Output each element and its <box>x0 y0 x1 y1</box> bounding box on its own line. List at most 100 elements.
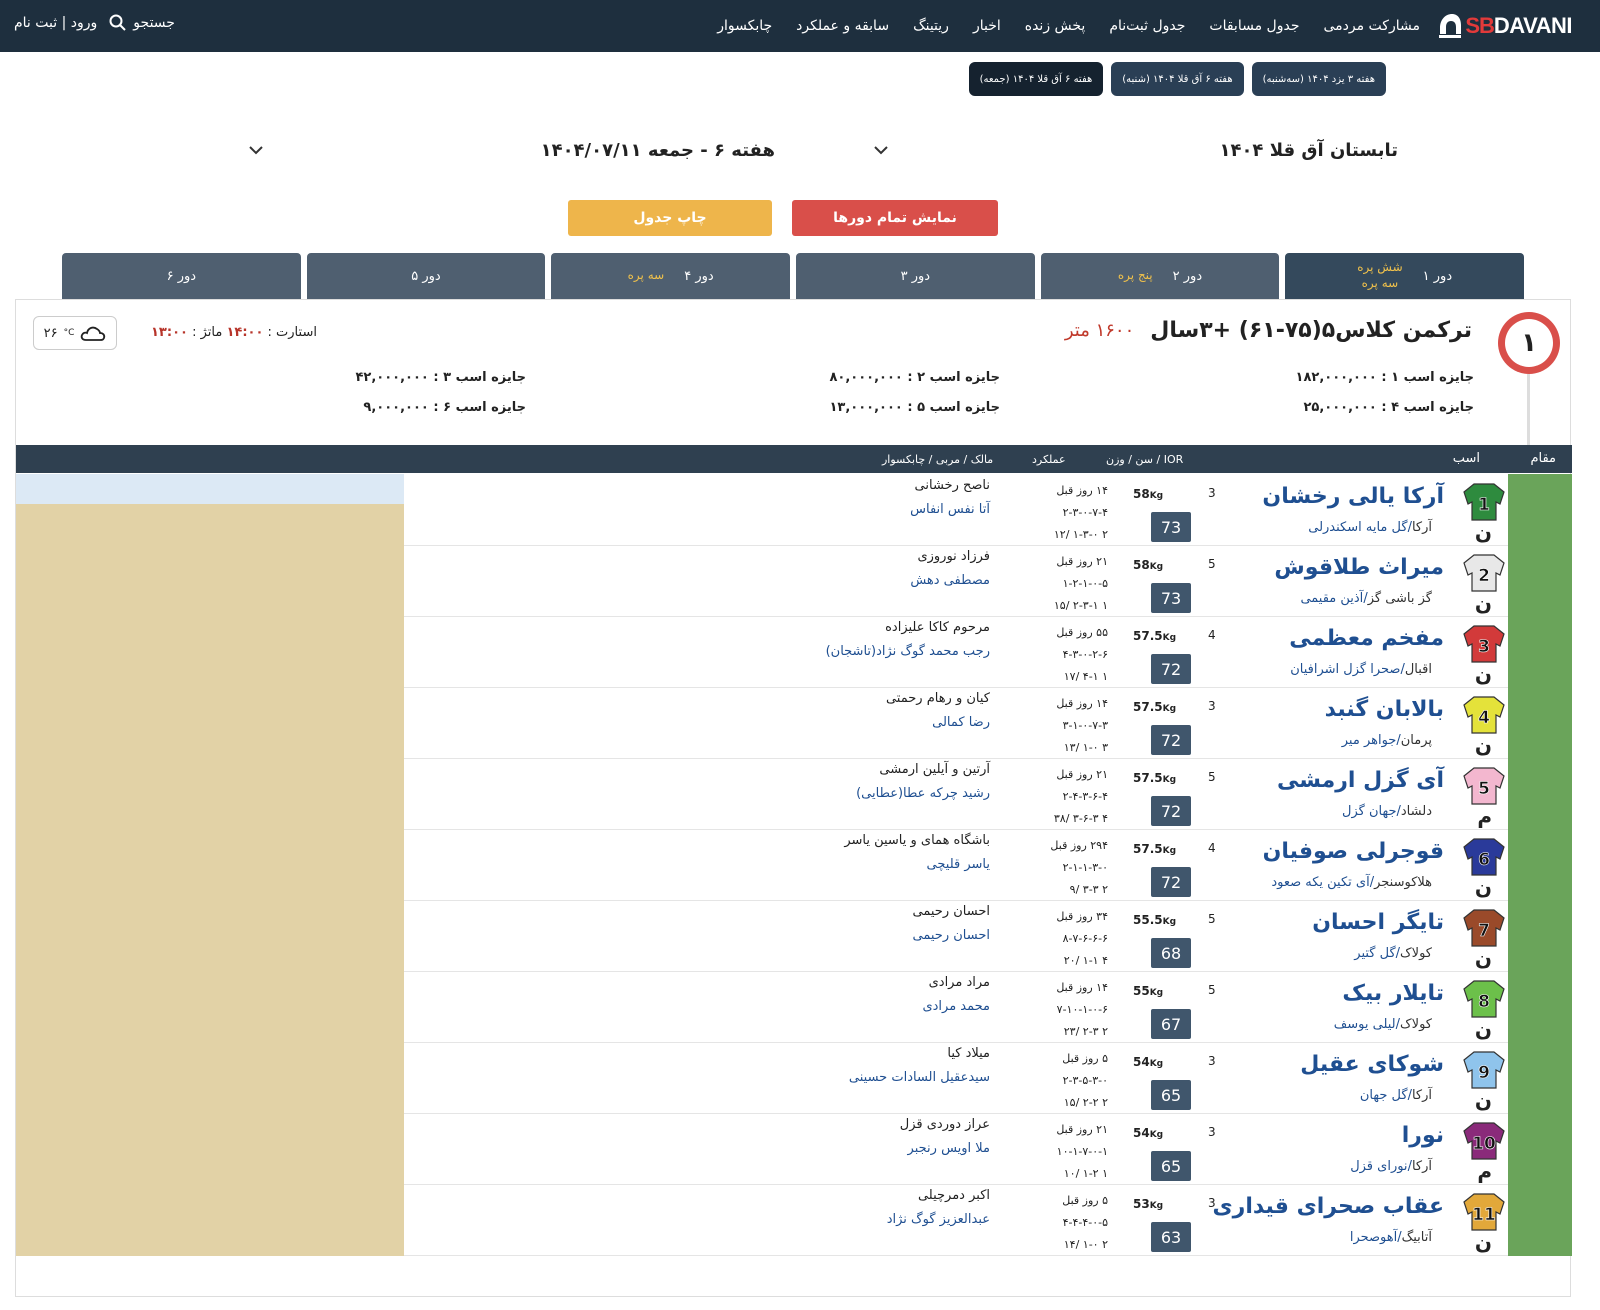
place-cell <box>1508 829 1572 901</box>
week-chip[interactable]: هفته ۶ آق قلا ۱۴۰۴ (شنبه) <box>1111 62 1244 96</box>
table-row[interactable]: 4 ن بالابان گنبد پرمان/جواهر میر 3 57.5Kg 72 ۱۴… <box>16 687 1572 759</box>
tab-round-5[interactable]: دور ۵ <box>306 253 546 299</box>
search-button[interactable]: جستجو <box>109 14 175 32</box>
owner-name[interactable]: ناصح رخشانی <box>915 478 990 493</box>
nav-item[interactable]: جدول مسابقات <box>1209 18 1299 34</box>
login-link[interactable]: ورود | ثبت نام <box>14 15 97 31</box>
prize-5: جایزه اسب ۵ : ۱۳,۰۰۰,۰۰۰ <box>829 400 1000 415</box>
horse-name[interactable]: عقاب صحرای قیداری <box>1212 1194 1444 1219</box>
horse-age: 5 <box>1208 983 1216 997</box>
horse-pedigree[interactable]: هلاکوسنجر/آی تکین یکه صعود <box>1271 875 1432 890</box>
owner-name[interactable]: میلاد کیا <box>947 1046 990 1061</box>
table-row[interactable]: 10 م نورا آرکا/نورای قزل 3 54Kg 65 ۲۱ روز قبل ۱۰… <box>16 1113 1572 1185</box>
horse-name[interactable]: آرکا یالی رخشان <box>1262 484 1444 509</box>
owner-name[interactable]: اکبر دمرچیلی <box>918 1188 990 1203</box>
horse-name[interactable]: تایلار بیک <box>1342 981 1444 1006</box>
horse-age: 5 <box>1208 912 1216 926</box>
table-row[interactable]: 3 ن مفخم معظمی اقبال/صحرا گزل اشرافیان 4 57.5… <box>16 616 1572 688</box>
nav-item[interactable]: سابقه و عملکرد <box>796 18 889 34</box>
horse-name[interactable]: قوجرلی صوفیان <box>1263 839 1444 864</box>
week-chip-active[interactable]: هفته ۶ آق قلا ۱۴۰۴ (جمعه) <box>968 62 1104 96</box>
table-row[interactable]: 5 م آی گزل ارمشی دلشاد/جهان گزل 5 57.5Kg 72 ۲۱ … <box>16 758 1572 830</box>
horse-pedigree[interactable]: کولاک/لیلی یوسف <box>1334 1017 1432 1032</box>
horse-name[interactable]: تایگر احسان <box>1312 910 1444 935</box>
horse-age: 3 <box>1208 699 1216 713</box>
cloud-icon <box>81 326 106 341</box>
horse-pedigree[interactable]: کولاک/گل گتیر <box>1354 946 1432 961</box>
trainer-name[interactable]: ملا اویس رنجبر <box>908 1141 990 1156</box>
trainer-name[interactable]: رشید چرکه عطا(عطایی) <box>856 786 990 801</box>
place-cell <box>1508 616 1572 688</box>
horse-age: 3 <box>1208 1054 1216 1068</box>
nav-item[interactable]: چابکسوار <box>717 18 772 34</box>
horse-age: 4 <box>1208 841 1216 855</box>
odds-area <box>16 545 404 617</box>
trainer-name[interactable]: احسان رحیمی <box>913 928 990 943</box>
horse-name[interactable]: آی گزل ارمشی <box>1277 768 1444 793</box>
tab-round-1[interactable]: دور ۱ شش پره سه پره <box>1285 253 1524 299</box>
trainer-name[interactable]: محمد مرادی <box>922 999 990 1014</box>
nav-item[interactable]: اخبار <box>973 18 1001 34</box>
horse-pedigree[interactable]: آرکا/نورای قزل <box>1350 1159 1432 1174</box>
table-row[interactable]: 1 ن آرکا یالی رخشان آرکا/گل مایه اسکندرلی 3 5… <box>16 474 1572 546</box>
owner-name[interactable]: عراز دوردی قزل <box>900 1117 990 1132</box>
horse-sex: ن <box>1474 733 1492 757</box>
horse-pedigree[interactable]: پرمان/جواهر میر <box>1342 733 1432 748</box>
horse-name[interactable]: میراث طلاقوش <box>1274 555 1444 580</box>
nav-item[interactable]: ریتینگ <box>913 18 949 34</box>
nav-item[interactable]: مشارکت مردمی <box>1323 18 1420 34</box>
owner-name[interactable]: باشگاه همای و یاسین یاسر <box>844 833 990 848</box>
table-row[interactable]: 6 ن قوجرلی صوفیان هلاکوسنجر/آی تکین یکه صعو… <box>16 829 1572 901</box>
horse-name[interactable]: مفخم معظمی <box>1289 626 1444 651</box>
table-row[interactable]: 9 ن شوکای عقیل آرکا/گل جهان 3 54Kg 65 ۵ روز قبل… <box>16 1042 1572 1114</box>
horse-age: 3 <box>1208 1196 1216 1210</box>
tab-round-3[interactable]: دور ۳ <box>795 253 1035 299</box>
table-row[interactable]: 7 ن تایگر احسان کولاک/گل گتیر 5 55.5Kg 68 ۳۴ رو… <box>16 900 1572 972</box>
trainer-name[interactable]: رجب محمد گوگ نژاد(تاشجان) <box>826 644 990 659</box>
horse-pedigree[interactable]: دلشاد/جهان گزل <box>1342 804 1432 819</box>
horse-pedigree[interactable]: آرکا/گل جهان <box>1360 1088 1432 1103</box>
horse-pedigree[interactable]: آرکا/گل مایه اسکندرلی <box>1308 520 1432 535</box>
logo[interactable]: SB DAVANI <box>1437 8 1573 44</box>
owner-name[interactable]: احسان رحیمی <box>913 904 990 919</box>
tab-round-2[interactable]: دور ۲ پنج پره <box>1040 253 1280 299</box>
owner-name[interactable]: فرزاد نوروزی <box>917 549 990 564</box>
divider <box>1527 374 1530 446</box>
horse-pedigree[interactable]: آتابیگ/آهوصحرا <box>1350 1230 1432 1245</box>
season-value: تابستان آق قلا ۱۴۰۴ <box>1219 139 1398 161</box>
horse-sex: ن <box>1474 1088 1492 1112</box>
trainer-name[interactable]: آتا نفس انفاس <box>910 502 990 517</box>
table-row[interactable]: 2 ن میراث طلاقوش گز باشی گز/آذین مقیمی 5 58Kg… <box>16 545 1572 617</box>
table-row[interactable]: 11 ن عقاب صحرای قیداری آتابیگ/آهوصحرا 3 53Kg 6… <box>16 1184 1572 1256</box>
tab-round-6[interactable]: دور ۶ <box>61 253 301 299</box>
season-select[interactable]: تابستان آق قلا ۱۴۰۴ <box>857 127 1414 173</box>
horse-sex: م <box>1477 1159 1492 1183</box>
horse-name[interactable]: بالابان گنبد <box>1325 697 1444 722</box>
trainer-name[interactable]: سیدعقیل السادات حسینی <box>849 1070 990 1085</box>
week-chip[interactable]: هفته ۳ یزد ۱۴۰۴ (سه‌شنبه) <box>1251 62 1386 96</box>
trainer-name[interactable]: یاسر قلیچی <box>927 857 990 872</box>
trainer-name[interactable]: عبدالعزیز گوگ نژاد <box>887 1212 990 1227</box>
table-row[interactable]: 8 ن تایلار بیک کولاک/لیلی یوسف 5 55Kg 67 ۱۴ روز… <box>16 971 1572 1043</box>
tab-round-4[interactable]: دور ۴ سه پره <box>551 253 790 299</box>
horse-name[interactable]: شوکای عقیل <box>1300 1052 1444 1077</box>
horse-name[interactable]: نورا <box>1402 1123 1444 1148</box>
owner-name[interactable]: مراد مرادی <box>929 975 990 990</box>
owner-name[interactable]: آرتین و آیلین ارمشی <box>879 762 990 777</box>
ior-badge: 72 <box>1151 725 1191 755</box>
show-all-rounds-button[interactable]: نمایش تمام دورها <box>792 200 998 236</box>
horse-weight: 57.5Kg <box>1133 700 1177 714</box>
place-cell <box>1508 545 1572 617</box>
print-table-button[interactable]: چاپ جدول <box>568 200 772 236</box>
meeting-select[interactable]: هفته ۶ - جمعه ۱۴۰۴/۰۷/۱۱ <box>232 127 791 173</box>
owner-name[interactable]: کیان و رهام رحمتی <box>886 691 990 706</box>
trainer-name[interactable]: رضا کمالی <box>932 715 990 730</box>
ior-badge: 68 <box>1151 938 1191 968</box>
trainer-name[interactable]: مصطفی دهش <box>910 573 990 588</box>
owner-name[interactable]: مرحوم کاکا علیزاده <box>885 620 990 635</box>
nav-item[interactable]: پخش زنده <box>1025 18 1086 34</box>
horse-pedigree[interactable]: اقبال/صحرا گزل اشرافیان <box>1290 662 1432 677</box>
horse-pedigree[interactable]: گز باشی گز/آذین مقیمی <box>1300 591 1432 606</box>
ior-badge: 72 <box>1151 796 1191 826</box>
nav-item[interactable]: جدول ثبت‌نام <box>1109 18 1185 34</box>
